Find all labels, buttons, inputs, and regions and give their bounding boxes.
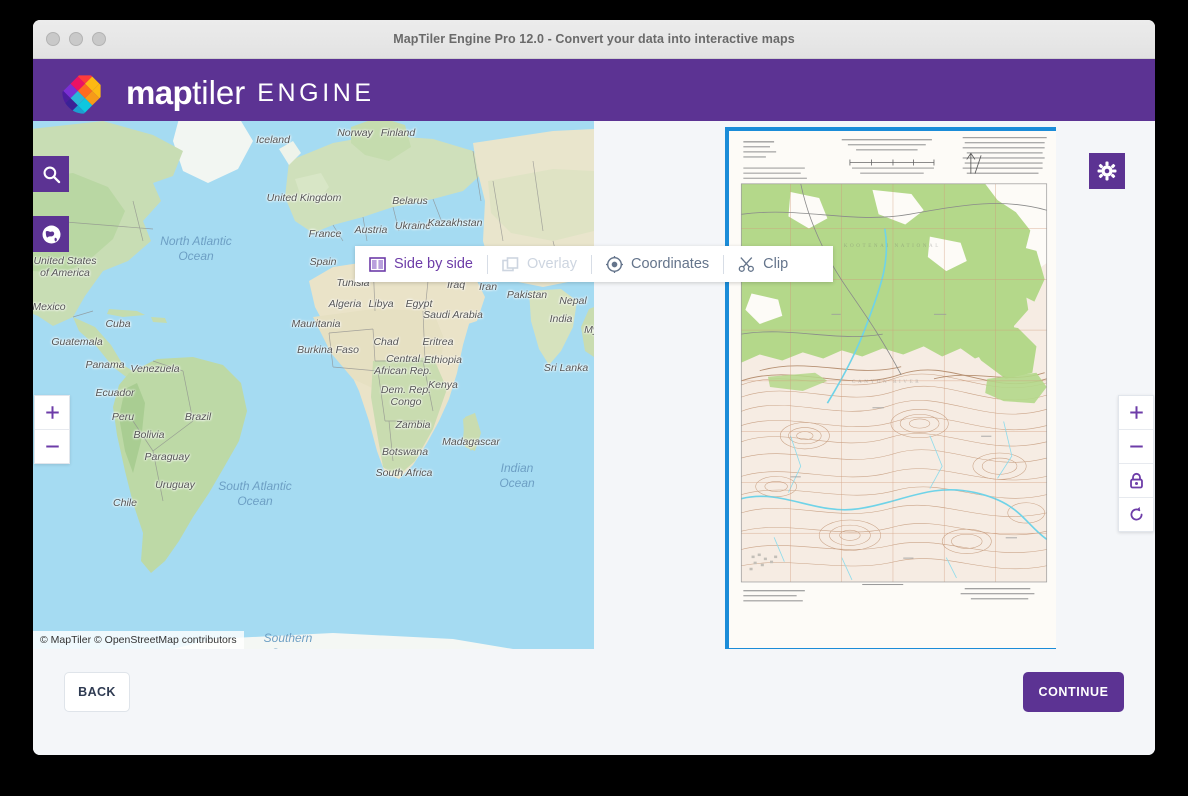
continue-button[interactable]: CONTINUE: [1023, 672, 1124, 712]
map-stage: North Atlantic OceanSouth Atlantic Ocean…: [33, 121, 1155, 651]
search-icon: [42, 165, 61, 184]
reset-rotation-button[interactable]: [1119, 498, 1153, 531]
plus-icon: [1128, 404, 1145, 421]
settings-button[interactable]: [1089, 153, 1125, 189]
minus-icon: [1128, 438, 1145, 455]
globe-icon: [41, 224, 62, 245]
lock-icon: [1128, 472, 1145, 490]
mode-clip[interactable]: Clip: [724, 246, 802, 282]
zoom-in-button[interactable]: [35, 396, 69, 430]
svg-text:CANYON RIVER: CANYON RIVER: [852, 379, 921, 385]
world-map-zoom-controls: [34, 395, 70, 464]
mode-overlay[interactable]: Overlay: [488, 246, 591, 282]
rotate-icon: [1128, 506, 1145, 523]
map-attribution: © MapTiler © OpenStreetMap contributors: [33, 631, 244, 649]
lock-button[interactable]: [1119, 464, 1153, 498]
maptiler-engine-wordmark: map tiler ENGINE: [126, 70, 375, 116]
side-by-side-icon: [369, 257, 386, 272]
svg-text:KOOTENAI NATIONAL: KOOTENAI NATIONAL: [844, 243, 941, 249]
coordinates-target-icon: [606, 256, 623, 273]
back-button[interactable]: BACK: [64, 672, 130, 712]
app-window: MapTiler Engine Pro 12.0 - Convert your …: [33, 20, 1155, 755]
source-map-preview[interactable]: KOOTENAI NATIONAL CANYON RIVER: [725, 127, 1056, 649]
compare-mode-toolbar: Side by side Overlay: [355, 246, 833, 282]
window-title: MapTiler Engine Pro 12.0 - Convert your …: [33, 20, 1155, 58]
mode-label: Overlay: [527, 256, 577, 272]
source-map-preview-pane: KOOTENAI NATIONAL CANYON RIVER: [692, 121, 1056, 649]
preview-zoom-in-button[interactable]: [1119, 396, 1153, 430]
mode-coordinates[interactable]: Coordinates: [592, 246, 723, 282]
preview-map-controls: [1118, 395, 1154, 532]
zoom-out-button[interactable]: [35, 430, 69, 463]
brand-header: map tiler ENGINE: [33, 59, 1155, 121]
window-title-bar: MapTiler Engine Pro 12.0 - Convert your …: [33, 20, 1155, 59]
minus-icon: [44, 438, 61, 455]
mode-label: Side by side: [394, 256, 473, 272]
wordmark-engine: ENGINE: [257, 79, 374, 108]
overlay-icon: [502, 257, 519, 272]
gear-icon: [1097, 161, 1117, 181]
plus-icon: [44, 404, 61, 421]
mode-side-by-side[interactable]: Side by side: [355, 246, 487, 282]
search-button[interactable]: [33, 156, 69, 192]
mode-label: Clip: [763, 256, 788, 272]
wordmark-tiler: tiler: [192, 74, 245, 112]
basemap-switch-button[interactable]: [33, 216, 69, 252]
scissors-icon: [738, 256, 755, 273]
maptiler-pin-logo-icon: [61, 67, 109, 115]
preview-zoom-out-button[interactable]: [1119, 430, 1153, 464]
mode-label: Coordinates: [631, 256, 709, 272]
wordmark-map: map: [126, 74, 192, 112]
world-basemap[interactable]: North Atlantic OceanSouth Atlantic Ocean…: [33, 121, 594, 649]
wizard-footer: BACK CONTINUE: [33, 651, 1155, 755]
